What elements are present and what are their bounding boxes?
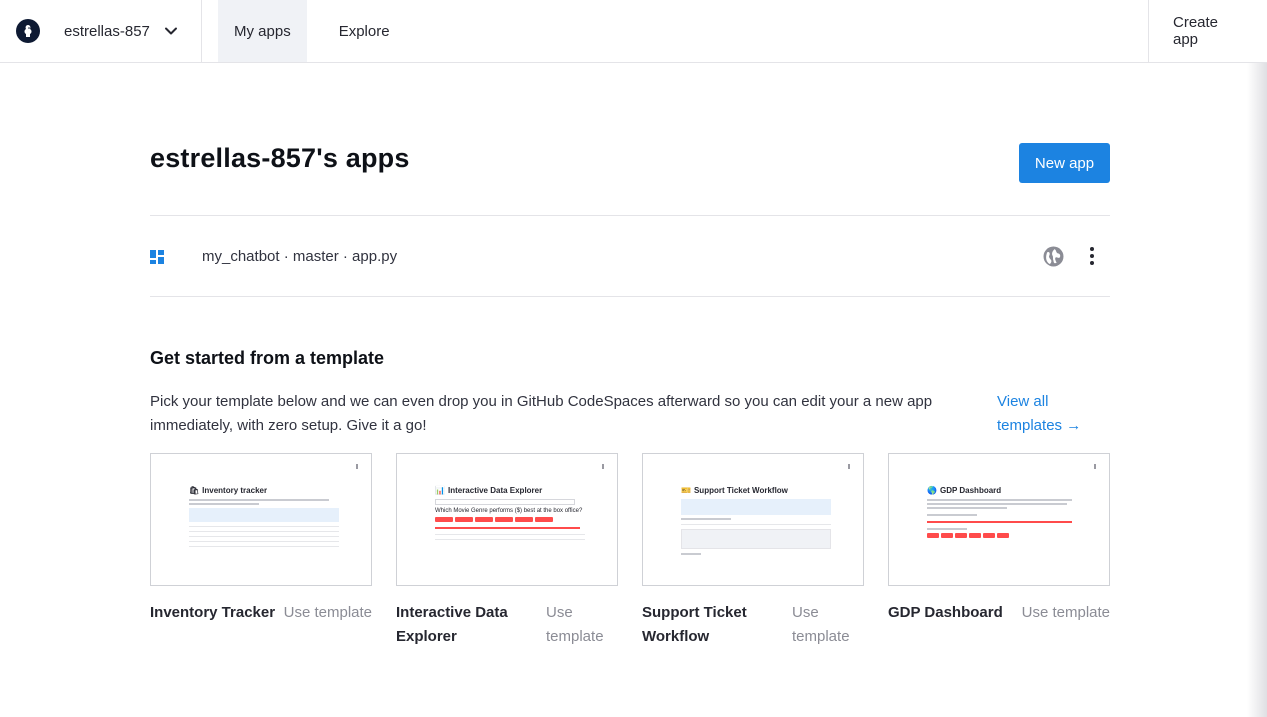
- template-preview[interactable]: 📊 Interactive Data Explorer Which Movie G…: [396, 453, 618, 586]
- edge-shadow: [1247, 0, 1267, 717]
- preview-title: GDP Dashboard: [939, 486, 1002, 495]
- template-card[interactable]: 📊 Interactive Data Explorer Which Movie G…: [396, 453, 618, 649]
- bag-icon: 🛍: [189, 486, 200, 495]
- template-preview[interactable]: 🌎 GDP Dashboard: [888, 453, 1110, 586]
- preview-question: Which Movie Genre performs ($) best at t…: [435, 508, 583, 514]
- use-template-link[interactable]: Use template: [1022, 601, 1110, 625]
- use-template-link[interactable]: Use template: [792, 601, 864, 649]
- template-card[interactable]: 🌎 GDP Dashboard GDP Dashboard Use templat…: [888, 453, 1110, 625]
- template-name: Interactive Data Explorer: [396, 604, 508, 645]
- bar-chart-icon: 📊: [435, 486, 445, 495]
- template-card[interactable]: 🎫 Support Ticket Workflow Support Ticket …: [642, 453, 864, 649]
- preview-title: Inventory tracker: [202, 486, 268, 495]
- templates-description: Pick your template below and we can even…: [150, 393, 933, 434]
- workspace-logo-icon: [24, 25, 32, 37]
- chevron-down-icon[interactable]: [164, 24, 178, 38]
- app-name[interactable]: my_chatbot · master · app.py: [202, 248, 397, 265]
- view-all-templates-link[interactable]: View all templates →: [997, 390, 1107, 438]
- preview-menu-icon: [602, 464, 604, 469]
- template-name: GDP Dashboard: [888, 604, 1003, 621]
- globe-icon[interactable]: [1043, 246, 1064, 267]
- preview-menu-icon: [356, 464, 358, 469]
- preview-title: Support Ticket Workflow: [693, 486, 788, 495]
- divider: [150, 296, 1110, 297]
- templates-section-title: Get started from a template: [150, 348, 385, 368]
- more-options-icon[interactable]: [1084, 247, 1100, 265]
- use-template-link[interactable]: Use template: [546, 601, 618, 649]
- template-name: Support Ticket Workflow: [642, 604, 747, 645]
- preview-menu-icon: [1094, 464, 1096, 469]
- page-title: estrellas-857's apps: [150, 143, 410, 173]
- globe-emoji-icon: 🌎: [927, 486, 937, 495]
- tab-my-apps[interactable]: My apps: [218, 0, 307, 62]
- preview-title: Interactive Data Explorer: [447, 486, 543, 495]
- app-grid-icon: [150, 250, 164, 264]
- workspace-avatar: [16, 19, 40, 43]
- preview-menu-icon: [848, 464, 850, 469]
- tab-explore[interactable]: Explore: [323, 0, 406, 62]
- new-app-button[interactable]: New app: [1019, 143, 1110, 183]
- create-app-button[interactable]: Create app: [1148, 0, 1267, 62]
- use-template-link[interactable]: Use template: [284, 601, 372, 625]
- workspace-name: estrellas-857: [64, 22, 150, 40]
- workspace-switcher[interactable]: estrellas-857: [0, 0, 202, 62]
- top-nav-bar: estrellas-857 My apps Explore Create app: [0, 0, 1267, 63]
- template-card[interactable]: 🛍 Inventory tracker Inventory Tracker Use…: [150, 453, 372, 625]
- template-preview[interactable]: 🎫 Support Ticket Workflow: [642, 453, 864, 586]
- template-preview[interactable]: 🛍 Inventory tracker: [150, 453, 372, 586]
- ticket-icon: 🎫: [681, 486, 691, 495]
- template-name: Inventory Tracker: [150, 604, 276, 621]
- app-list-item[interactable]: my_chatbot · master · app.py: [150, 216, 1110, 296]
